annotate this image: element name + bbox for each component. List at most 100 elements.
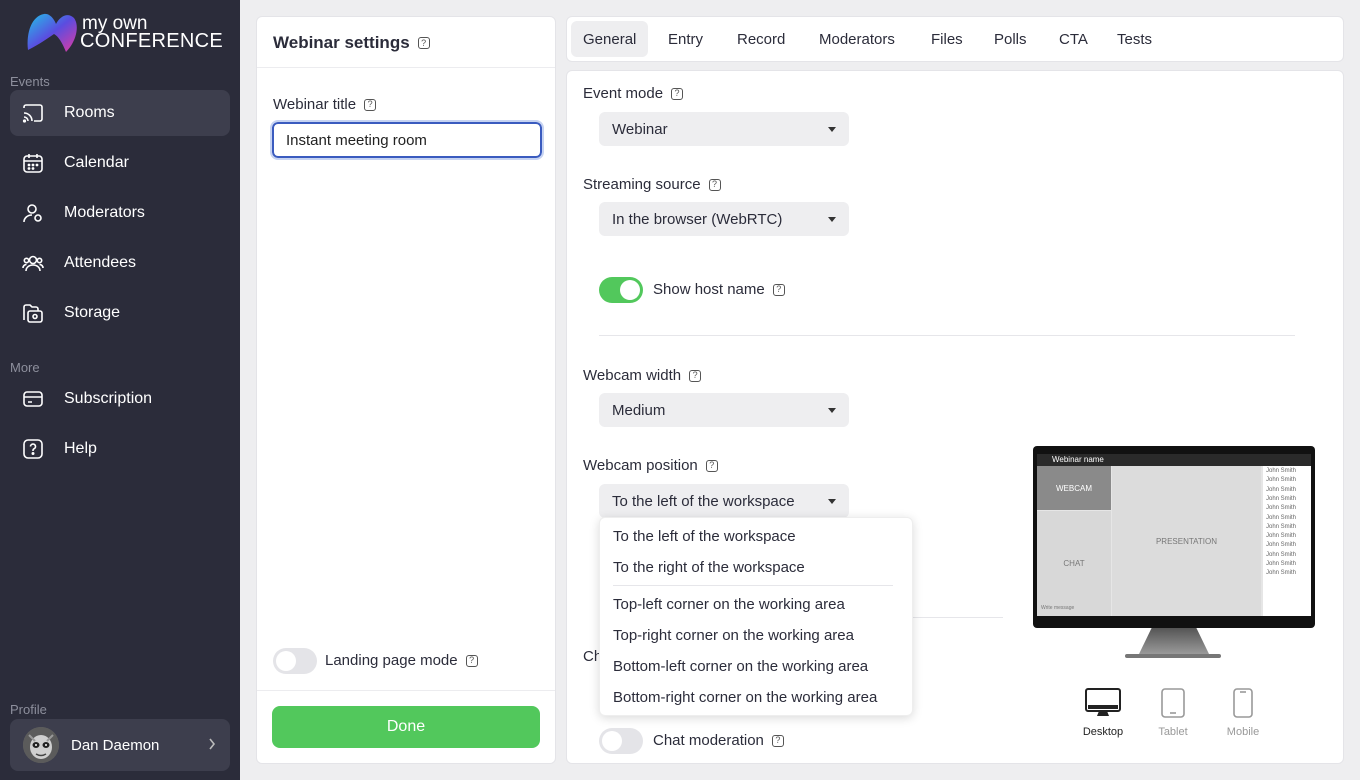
event-mode-label-text: Event mode bbox=[583, 85, 664, 102]
streaming-source-value: In the browser (WebRTC) bbox=[612, 210, 783, 228]
webcam-position-select[interactable]: To the left of the workspace bbox=[599, 484, 849, 518]
settings-tabs: General Entry Record Moderators Files Po… bbox=[566, 16, 1344, 62]
preview-attendee-name: John Smith bbox=[1266, 561, 1297, 567]
divider bbox=[257, 67, 555, 68]
preview-presentation-area: PRESENTATION bbox=[1112, 466, 1261, 616]
device-mobile[interactable]: Mobile bbox=[1213, 686, 1273, 738]
preview-attendee-name: John Smith bbox=[1266, 542, 1297, 549]
webinar-title-label-text: Webinar title bbox=[273, 96, 357, 113]
folder-icon bbox=[22, 302, 44, 324]
tab-moderators[interactable]: Moderators bbox=[807, 21, 907, 57]
streaming-source-select[interactable]: In the browser (WebRTC) bbox=[599, 202, 849, 236]
help-icon[interactable]: ? bbox=[417, 37, 430, 49]
help-icon[interactable]: ? bbox=[364, 98, 377, 111]
sidebar-item-label: Rooms bbox=[64, 104, 115, 121]
app-logo[interactable]: my own CONFERENCE bbox=[26, 12, 226, 54]
preview-webinar-name: Webinar name bbox=[1052, 455, 1104, 464]
tab-entry[interactable]: Entry bbox=[656, 21, 715, 57]
help-icon[interactable]: ? bbox=[771, 734, 784, 747]
webcam-position-value: To the left of the workspace bbox=[612, 492, 795, 510]
dropdown-option-bottom-left-corner[interactable]: Bottom-left corner on the working area bbox=[613, 658, 868, 675]
sidebar-item-calendar[interactable]: Calendar bbox=[10, 140, 230, 186]
monitor-base bbox=[1125, 654, 1221, 658]
landing-page-mode-label: Landing page mode ? bbox=[325, 652, 478, 669]
webcam-width-label-text: Webcam width bbox=[583, 367, 682, 384]
caret-down-icon bbox=[828, 216, 836, 222]
preview-attendee-name: John Smith bbox=[1266, 523, 1297, 530]
device-desktop[interactable]: Desktop bbox=[1073, 686, 1133, 738]
dropdown-option-right-of-workspace[interactable]: To the right of the workspace bbox=[613, 559, 805, 576]
avatar bbox=[23, 727, 59, 763]
device-label: Mobile bbox=[1226, 726, 1260, 738]
landing-page-mode-label-text: Landing page mode bbox=[325, 652, 458, 669]
chat-moderation-toggle[interactable] bbox=[599, 728, 643, 754]
help-icon[interactable]: ? bbox=[705, 459, 718, 472]
caret-down-icon bbox=[828, 498, 836, 504]
users-icon bbox=[22, 252, 44, 274]
profile-section-label: Profile bbox=[10, 702, 47, 717]
streaming-source-label-text: Streaming source bbox=[583, 176, 701, 193]
done-button[interactable]: Done bbox=[272, 706, 540, 748]
device-label: Desktop bbox=[1082, 726, 1124, 738]
webinar-title-label: Webinar title ? bbox=[273, 96, 377, 113]
show-host-name-toggle[interactable] bbox=[599, 277, 643, 303]
preview-chat-area: CHAT bbox=[1037, 511, 1111, 616]
tab-polls[interactable]: Polls bbox=[982, 21, 1039, 57]
dropdown-option-top-right-corner[interactable]: Top-right corner on the working area bbox=[613, 627, 854, 644]
sidebar-item-label: Calendar bbox=[64, 154, 129, 171]
landing-page-mode-toggle[interactable] bbox=[273, 648, 317, 674]
sidebar-item-attendees[interactable]: Attendees bbox=[10, 240, 230, 286]
preview-attendee-list: John Smith John Smith John Smith John Smith… bbox=[1263, 466, 1311, 616]
dropdown-option-top-left-corner[interactable]: Top-left corner on the working area bbox=[613, 596, 845, 613]
sidebar-item-help[interactable]: Help bbox=[10, 426, 230, 472]
preview-attendee-name: John Smith bbox=[1266, 505, 1297, 512]
webcam-width-value: Medium bbox=[612, 401, 666, 419]
event-mode-select[interactable]: Webinar bbox=[599, 112, 849, 146]
calendar-icon bbox=[22, 152, 44, 174]
help-icon bbox=[22, 438, 44, 460]
device-tablet[interactable]: Tablet bbox=[1143, 686, 1203, 738]
logo-text-line2: CONFERENCE bbox=[80, 30, 224, 52]
show-host-name-label: Show host name ? bbox=[653, 281, 785, 298]
monitor-stand bbox=[1139, 628, 1209, 654]
sidebar-item-subscription[interactable]: Subscription bbox=[10, 376, 230, 422]
show-host-name-label-text: Show host name bbox=[653, 281, 765, 298]
help-icon[interactable]: ? bbox=[772, 283, 785, 296]
streaming-source-label: Streaming source ? bbox=[583, 176, 721, 193]
preview-attendee-name: John Smith bbox=[1266, 477, 1297, 484]
sidebar-item-moderators[interactable]: Moderators bbox=[10, 190, 230, 236]
dropdown-option-bottom-right-corner[interactable]: Bottom-right corner on the working area bbox=[613, 689, 877, 706]
preview-attendee-name: John Smith bbox=[1266, 533, 1297, 540]
webinar-title-input[interactable] bbox=[270, 120, 544, 160]
preview-attendee-name: John Smith bbox=[1266, 514, 1297, 521]
user-icon bbox=[22, 202, 44, 224]
profile-card[interactable]: Dan Daemon bbox=[10, 719, 230, 771]
tab-general[interactable]: General bbox=[571, 21, 649, 57]
logo-icon bbox=[27, 13, 77, 52]
tab-cta[interactable]: CTA bbox=[1047, 21, 1100, 57]
tab-tests[interactable]: Tests bbox=[1105, 21, 1164, 57]
preview-attendee-name: John Smith bbox=[1266, 468, 1297, 474]
help-icon[interactable]: ? bbox=[708, 178, 721, 191]
tab-record[interactable]: Record bbox=[725, 21, 797, 57]
event-mode-value: Webinar bbox=[612, 120, 668, 138]
layout-preview-monitor: Webinar name WEBCAM CHAT Write message P… bbox=[1033, 446, 1315, 628]
divider bbox=[613, 585, 893, 586]
help-icon[interactable]: ? bbox=[671, 87, 684, 100]
sidebar-item-storage[interactable]: Storage bbox=[10, 290, 230, 336]
webcam-width-select[interactable]: Medium bbox=[599, 393, 849, 427]
panel-title: Webinar settings ? bbox=[273, 33, 430, 53]
sidebar-item-label: Moderators bbox=[64, 204, 145, 221]
dropdown-option-left-of-workspace[interactable]: To the left of the workspace bbox=[613, 528, 796, 545]
help-icon[interactable]: ? bbox=[689, 369, 702, 382]
profile-name: Dan Daemon bbox=[71, 736, 160, 754]
webinar-settings-panel: Webinar settings ? Webinar title ? Landi… bbox=[256, 16, 556, 764]
sidebar-item-label: Subscription bbox=[64, 390, 153, 407]
sidebar-item-label: Attendees bbox=[64, 254, 137, 271]
help-icon[interactable]: ? bbox=[465, 654, 478, 667]
sidebar-item-rooms[interactable]: Rooms bbox=[10, 90, 230, 136]
webcam-position-dropdown: To the left of the workspace To the righ… bbox=[599, 517, 913, 716]
desktop-icon bbox=[1073, 686, 1133, 718]
tab-files[interactable]: Files bbox=[919, 21, 975, 57]
divider bbox=[599, 335, 1295, 336]
